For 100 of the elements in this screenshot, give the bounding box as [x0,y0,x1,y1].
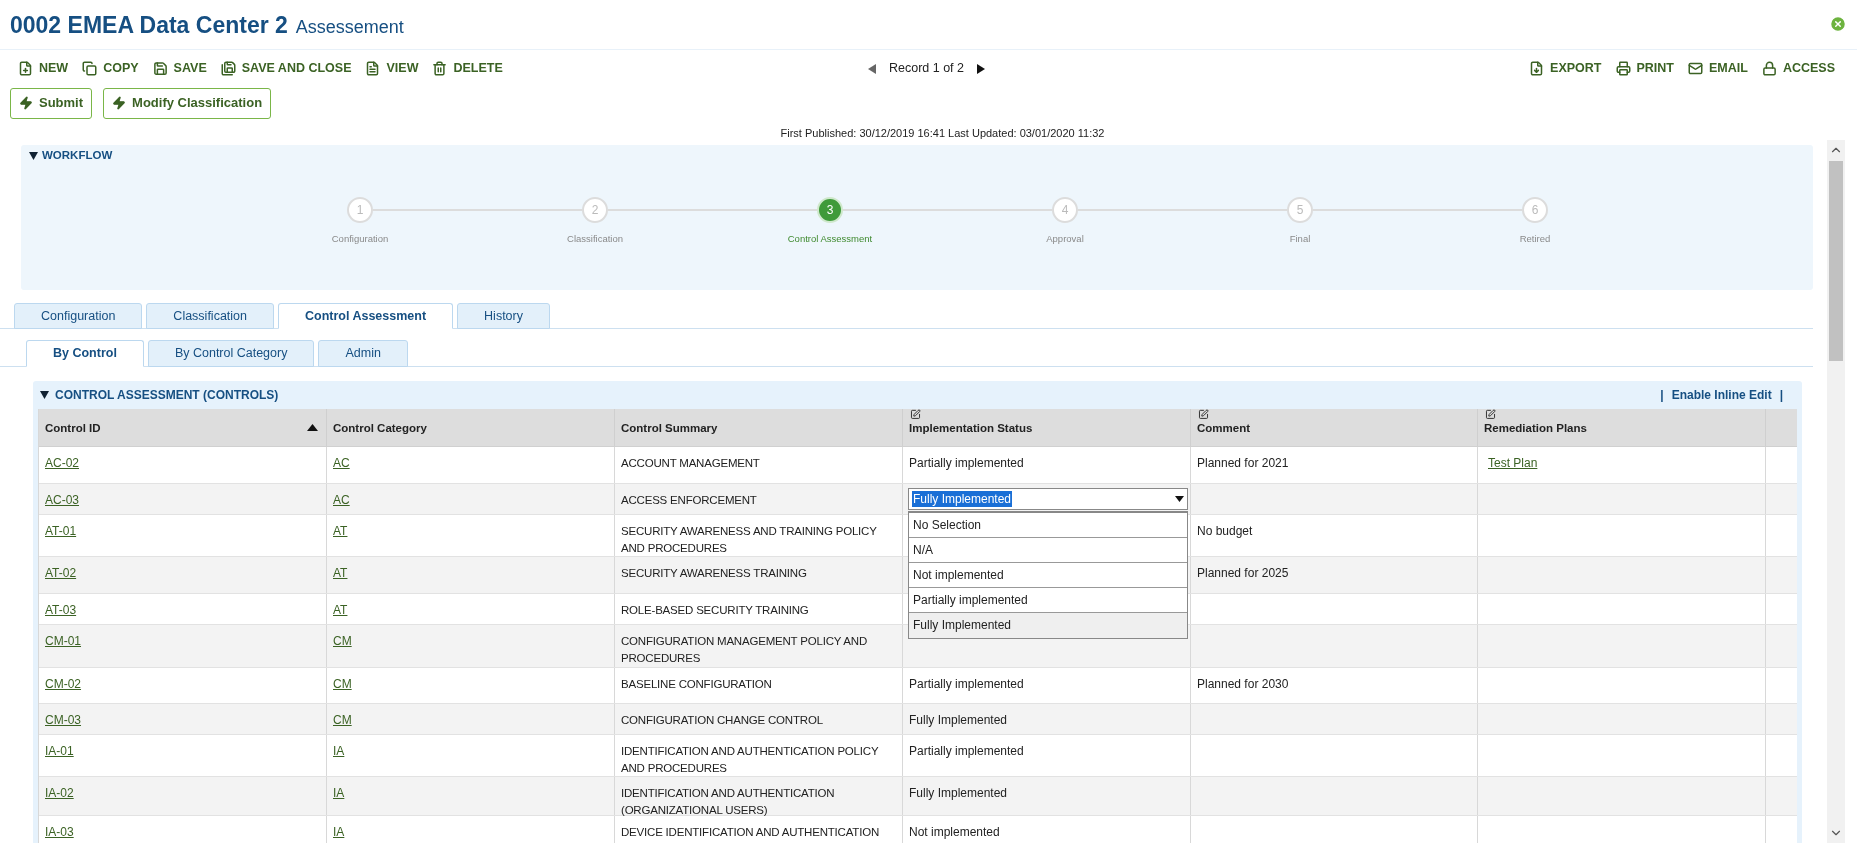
tab[interactable]: History [457,303,550,329]
control-summary: DEVICE IDENTIFICATION AND AUTHENTICATION [621,826,879,838]
category-link[interactable]: AT [333,524,348,538]
dropdown-arrow-icon [1175,496,1184,502]
category-link[interactable]: CM [333,634,352,648]
control-id-link[interactable]: IA-03 [45,825,74,839]
publish-info: First Published: 30/12/2019 16:41 Last Updated: 03/01/2020 11:32 [780,125,1105,141]
workflow-title: WORKFLOW [42,148,113,164]
toolbar-button[interactable]: ACCESS [1761,59,1835,78]
step-label: Retired [1519,232,1551,246]
column-header[interactable]: Control ID [45,419,101,437]
collapse-icon[interactable] [29,152,38,160]
comment-text: Planned for 2025 [1197,566,1289,580]
save-stack-icon [220,61,236,76]
collapse-icon[interactable] [40,391,49,399]
column-header[interactable]: Comment [1197,419,1251,437]
separator: | [1779,387,1783,404]
control-id-link[interactable]: AC-03 [45,493,79,507]
step-label: Final [1289,232,1311,246]
dropdown-option[interactable]: Fully Implemented [909,613,1187,638]
toolbar-button[interactable]: PRINT [1615,59,1674,78]
step-label: Control Assessment [787,232,873,246]
step-label: Configuration [331,232,389,246]
sort-ascending-icon[interactable] [307,423,318,431]
close-icon[interactable] [1829,14,1847,33]
control-summary: SECURITY AWARENESS TRAINING [621,567,807,579]
control-id-link[interactable]: CM-03 [45,713,81,727]
record-pager: Record 1 of 2 [888,60,964,78]
lightning-icon [19,96,33,110]
category-link[interactable]: CM [333,677,352,691]
implementation-status: Fully Implemented [909,786,1008,800]
control-id-link[interactable]: AT-01 [45,524,77,538]
control-summary: CONFIGURATION MANAGEMENT POLICY AND PROCEDURES [621,635,868,664]
previous-icon[interactable] [866,62,877,75]
control-id-link[interactable]: AT-02 [45,566,77,580]
control-summary: ACCOUNT MANAGEMENT [621,457,760,469]
record-title: 0002 EMEA Data Center 2 [10,11,288,40]
column-header[interactable]: Implementation Status [909,419,1033,437]
new-file-icon [18,61,33,76]
comment-text: Planned for 2021 [1197,456,1289,470]
action-button[interactable]: Modify Classification [103,87,272,119]
category-link[interactable]: IA [333,744,345,758]
category-link[interactable]: AC [333,456,350,470]
control-summary: BASELINE CONFIGURATION [621,678,772,690]
toolbar-button[interactable]: NEW [18,59,69,78]
remediation-plan-link[interactable]: Test Plan [1488,456,1538,470]
control-id-link[interactable]: CM-01 [45,634,81,648]
column-header[interactable]: Control Category [333,419,427,437]
control-id-link[interactable]: IA-01 [45,744,74,758]
control-id-link[interactable]: AC-02 [45,456,79,470]
comment-text: No budget [1197,524,1253,538]
toolbar-button[interactable]: COPY [82,59,139,78]
control-id-link[interactable]: IA-02 [45,786,74,800]
toolbar-button[interactable]: EXPORT [1529,59,1602,78]
step-label: Classification [567,232,623,246]
scrollbar[interactable] [1827,140,1845,843]
toolbar-button[interactable]: SAVE [152,59,207,78]
enable-inline-edit-link[interactable]: Enable Inline Edit [1671,386,1772,404]
document-icon [365,61,381,76]
column-header[interactable]: Control Summary [621,419,718,437]
subtab[interactable]: Admin [318,340,408,367]
control-summary: IDENTIFICATION AND AUTHENTICATION (ORGANIZATIONAL USERS) [621,787,835,816]
toolbar-button[interactable]: VIEW [365,59,419,78]
implementation-status: Fully Implemented [909,713,1008,727]
toolbar-button[interactable]: SAVE AND CLOSE [220,59,352,78]
control-summary: CONFIGURATION CHANGE CONTROL [621,714,823,726]
action-button[interactable]: Submit [10,87,93,119]
comment-text: Planned for 2030 [1197,677,1289,691]
tab[interactable]: Configuration [14,303,143,329]
category-link[interactable]: AC [333,493,350,507]
workflow-step[interactable]: 3 [817,197,843,223]
record-type: Assessement [295,16,404,39]
control-id-link[interactable]: CM-02 [45,677,81,691]
column-header[interactable]: Remediation Plans [1484,419,1587,437]
toolbar-button[interactable]: EMAIL [1688,59,1748,78]
lock-icon [1761,61,1777,76]
subtab[interactable]: By Control Category [147,340,315,367]
category-link[interactable]: CM [333,713,352,727]
subtab[interactable]: By Control [26,340,144,367]
mail-icon [1688,61,1703,76]
control-id-link[interactable]: AT-03 [45,603,77,617]
tab[interactable]: Control Assessment [278,303,454,329]
section-title: CONTROL ASSESSMENT (CONTROLS) [55,387,279,404]
category-link[interactable]: AT [333,566,348,580]
control-summary: IDENTIFICATION AND AUTHENTICATION POLICY AND PROCEDURES [621,745,879,774]
tab[interactable]: Classification [146,303,274,329]
category-link[interactable]: IA [333,786,345,800]
file-download-icon [1529,61,1545,76]
implementation-status: Not implemented [909,825,1000,839]
lightning-icon [112,96,127,110]
scrollbar-thumb[interactable] [1829,161,1843,361]
status-select[interactable]: Fully Implemented [908,488,1188,510]
next-icon[interactable] [976,62,986,75]
implementation-status: Partially implemented [909,677,1024,691]
category-link[interactable]: IA [333,825,345,839]
control-summary: ACCESS ENFORCEMENT [621,494,757,506]
toolbar-button[interactable]: DELETE [432,59,503,78]
category-link[interactable]: AT [333,603,348,617]
separator: | [1660,387,1664,404]
implementation-status: Partially implemented [909,744,1024,758]
